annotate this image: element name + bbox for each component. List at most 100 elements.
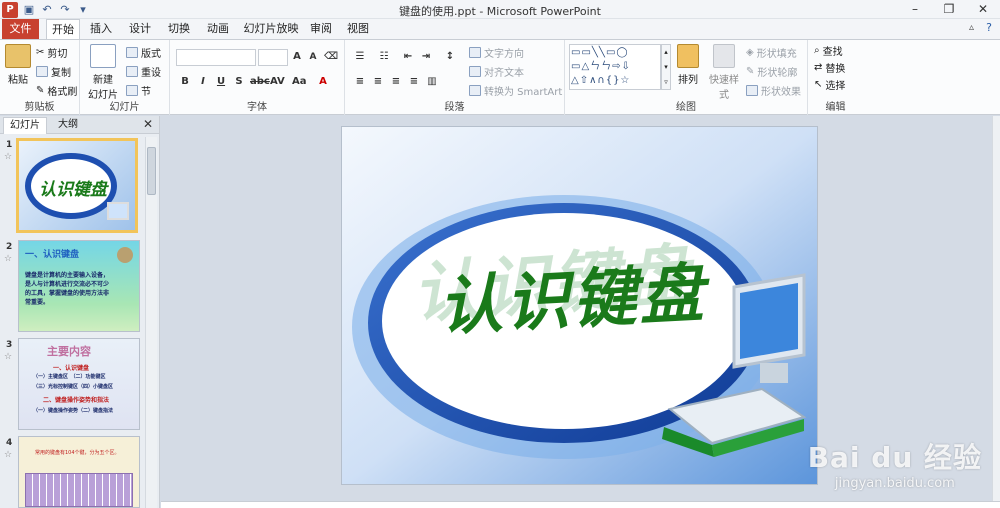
change-case-icon[interactable]: Aa (292, 76, 307, 87)
tab-animations[interactable]: 动画 (202, 19, 234, 39)
tab-slideshow[interactable]: 幻灯片放映 (242, 19, 300, 39)
tab-slides[interactable]: 幻灯片 (3, 117, 47, 134)
clear-format-icon[interactable]: ⌫ (324, 51, 338, 62)
thumb-monitor (107, 202, 129, 220)
align-text-icon (469, 66, 481, 77)
editor-scrollbar[interactable] (992, 116, 1000, 501)
quick-styles-button[interactable]: 快速样式 (705, 44, 743, 101)
select-button[interactable]: ↖ 选择 (814, 77, 845, 92)
new-slide-icon (90, 44, 116, 68)
close-window-icon[interactable]: ✕ (966, 0, 1000, 19)
slide-canvas[interactable]: 认识键盘 认识键盘 (342, 127, 817, 484)
increase-indent-icon[interactable]: ⇥ (419, 51, 433, 62)
font-size-combo[interactable] (258, 49, 288, 66)
bullets-icon[interactable]: ☰ (353, 51, 367, 62)
slide-thumbnail[interactable]: 主要内容 一、认识键盘 （一）主键盘区 （二）功能键区 （三）光标控制键区（四）… (18, 338, 140, 430)
slide-thumbnail-row[interactable]: 1 ☆ 认识键盘 (0, 138, 145, 238)
paragraph-group: ☰ ☷ ⇤ ⇥ ↕ ≡ ≡ ≡ ≡ ▥ 文字方向 对齐文本 转换为 SmartA… (345, 40, 565, 115)
scrollbar-thumb[interactable] (147, 147, 156, 195)
tab-file[interactable]: 文件 (2, 19, 39, 39)
new-slide-button[interactable]: 新建 幻灯片 (86, 44, 120, 101)
tab-review[interactable]: 审阅 (306, 19, 336, 39)
text-direction-button[interactable]: 文字方向 (469, 45, 524, 60)
strikethrough-icon[interactable]: abc (250, 76, 270, 87)
tab-view[interactable]: 视图 (343, 19, 373, 39)
shrink-font-icon[interactable]: A (306, 52, 320, 62)
font-color-icon[interactable]: A (316, 76, 330, 87)
justify-icon[interactable]: ≡ (407, 76, 421, 87)
copy-button[interactable]: 复制 (36, 64, 71, 79)
replace-button[interactable]: ⇄ 替换 (814, 60, 845, 75)
line-spacing-icon[interactable]: ↕ (443, 51, 457, 62)
effects-icon (746, 85, 758, 96)
cursor-icon: ↖ (814, 79, 823, 90)
font-family-combo[interactable] (176, 49, 256, 66)
reset-button[interactable]: 重设 (126, 64, 161, 79)
format-painter-button[interactable]: ✎ 格式刷 (36, 83, 77, 98)
minimize-ribbon-icon[interactable]: ▵ (969, 22, 974, 33)
section-button[interactable]: 节 (126, 83, 151, 98)
restore-icon[interactable]: ❐ (932, 0, 966, 19)
bold-icon[interactable]: B (178, 76, 192, 87)
columns-icon[interactable]: ▥ (425, 76, 439, 87)
slide-thumbnail-row[interactable]: 4 ☆ 常用的键盘有104个键，分为五个区。 (0, 436, 145, 508)
binoculars-icon: ⌕ (814, 45, 820, 56)
arrange-button[interactable]: 排列 (673, 44, 703, 86)
paragraph-label: 段落 (444, 102, 465, 113)
paste-button[interactable]: 粘贴 (4, 44, 32, 86)
editing-label: 编辑 (825, 102, 846, 113)
shapes-gallery[interactable]: ▭▭╲╲▭◯ ▭△ㄣㄣ⇨⇩ △⇧∧∩{}☆ (569, 44, 661, 90)
slide-thumbnail-row[interactable]: 3 ☆ 主要内容 一、认识键盘 （一）主键盘区 （二）功能键区 （三）光标控制键… (0, 338, 145, 434)
tab-insert[interactable]: 插入 (86, 19, 116, 39)
underline-icon[interactable]: U (214, 76, 228, 87)
align-right-icon[interactable]: ≡ (389, 76, 403, 87)
smartart-button[interactable]: 转换为 SmartArt (469, 83, 562, 98)
slide-thumbnail[interactable]: 一、认识键盘 键盘是计算机的主要输入设备，是人与计算机进行交流必不可少的工具，掌… (18, 240, 140, 332)
decrease-indent-icon[interactable]: ⇤ (401, 51, 415, 62)
italic-icon[interactable]: I (196, 76, 210, 87)
paste-icon (5, 44, 31, 68)
brush-icon: ✎ (36, 85, 45, 96)
close-pane-icon[interactable]: ✕ (143, 117, 153, 131)
shape-gallery-icons: ▭▭╲╲▭◯ ▭△ㄣㄣ⇨⇩ △⇧∧∩{}☆ (571, 47, 631, 86)
shapes-scroll[interactable]: ▴ ▾ ▿ (661, 44, 671, 90)
minimize-icon[interactable]: – (898, 0, 932, 19)
font-label: 字体 (247, 102, 267, 113)
transition-star-icon: ☆ (4, 152, 13, 162)
thumbnails-scrollbar[interactable] (145, 137, 157, 508)
reset-icon (126, 66, 138, 77)
slides-pane: 幻灯片 大纲 ✕ 1 ☆ 认识键盘 2 ☆ 一、认识键盘 键盘是计算机的主要输入… (0, 116, 160, 508)
spacing-icon[interactable]: AV (270, 76, 285, 87)
slide-title[interactable]: 认识键盘 (436, 242, 709, 348)
layout-button[interactable]: 版式 (126, 45, 161, 60)
align-center-icon[interactable]: ≡ (371, 76, 385, 87)
tab-design[interactable]: 设计 (124, 19, 156, 39)
align-text-button[interactable]: 对齐文本 (469, 64, 524, 79)
ribbon: 粘贴 ✂ 剪切 复制 ✎ 格式刷 剪贴板 新建 幻灯片 版式 重设 节 幻灯片 A … (0, 39, 1000, 115)
slide-thumbnail-row[interactable]: 2 ☆ 一、认识键盘 键盘是计算机的主要输入设备，是人与计算机进行交流必不可少的… (0, 240, 145, 336)
copy-icon (36, 66, 48, 77)
slide-editor: 认识键盘 认识键盘 Bai du 经验 jingyan.baidu.com (161, 116, 1000, 501)
numbering-icon[interactable]: ☷ (377, 51, 391, 62)
scissors-icon: ✂ (36, 47, 45, 58)
help-icon[interactable]: ? (986, 21, 992, 34)
text-direction-icon (469, 47, 481, 58)
shape-fill-button[interactable]: ◈ 形状填充 (746, 45, 797, 60)
tab-home[interactable]: 开始 (46, 19, 80, 39)
cut-button[interactable]: ✂ 剪切 (36, 45, 67, 60)
notes-pane[interactable] (161, 501, 1000, 508)
pen-icon: ✎ (746, 66, 755, 77)
slides-group: 新建 幻灯片 版式 重设 节 幻灯片 (80, 40, 170, 115)
align-left-icon[interactable]: ≡ (353, 76, 367, 87)
shadow-icon[interactable]: S (232, 76, 246, 87)
tab-outline[interactable]: 大纲 (52, 117, 84, 134)
grow-font-icon[interactable]: A (290, 51, 304, 62)
shape-outline-button[interactable]: ✎ 形状轮廓 (746, 64, 797, 79)
slide-thumbnail[interactable]: 常用的键盘有104个键，分为五个区。 (18, 436, 140, 508)
clipboard-label: 剪贴板 (24, 102, 55, 113)
find-button[interactable]: ⌕ 查找 (814, 43, 843, 58)
slide-thumbnail[interactable]: 认识键盘 (16, 138, 138, 233)
tab-transitions[interactable]: 切换 (163, 19, 195, 39)
section-icon (126, 85, 138, 96)
shape-effects-button[interactable]: 形状效果 (746, 83, 801, 98)
